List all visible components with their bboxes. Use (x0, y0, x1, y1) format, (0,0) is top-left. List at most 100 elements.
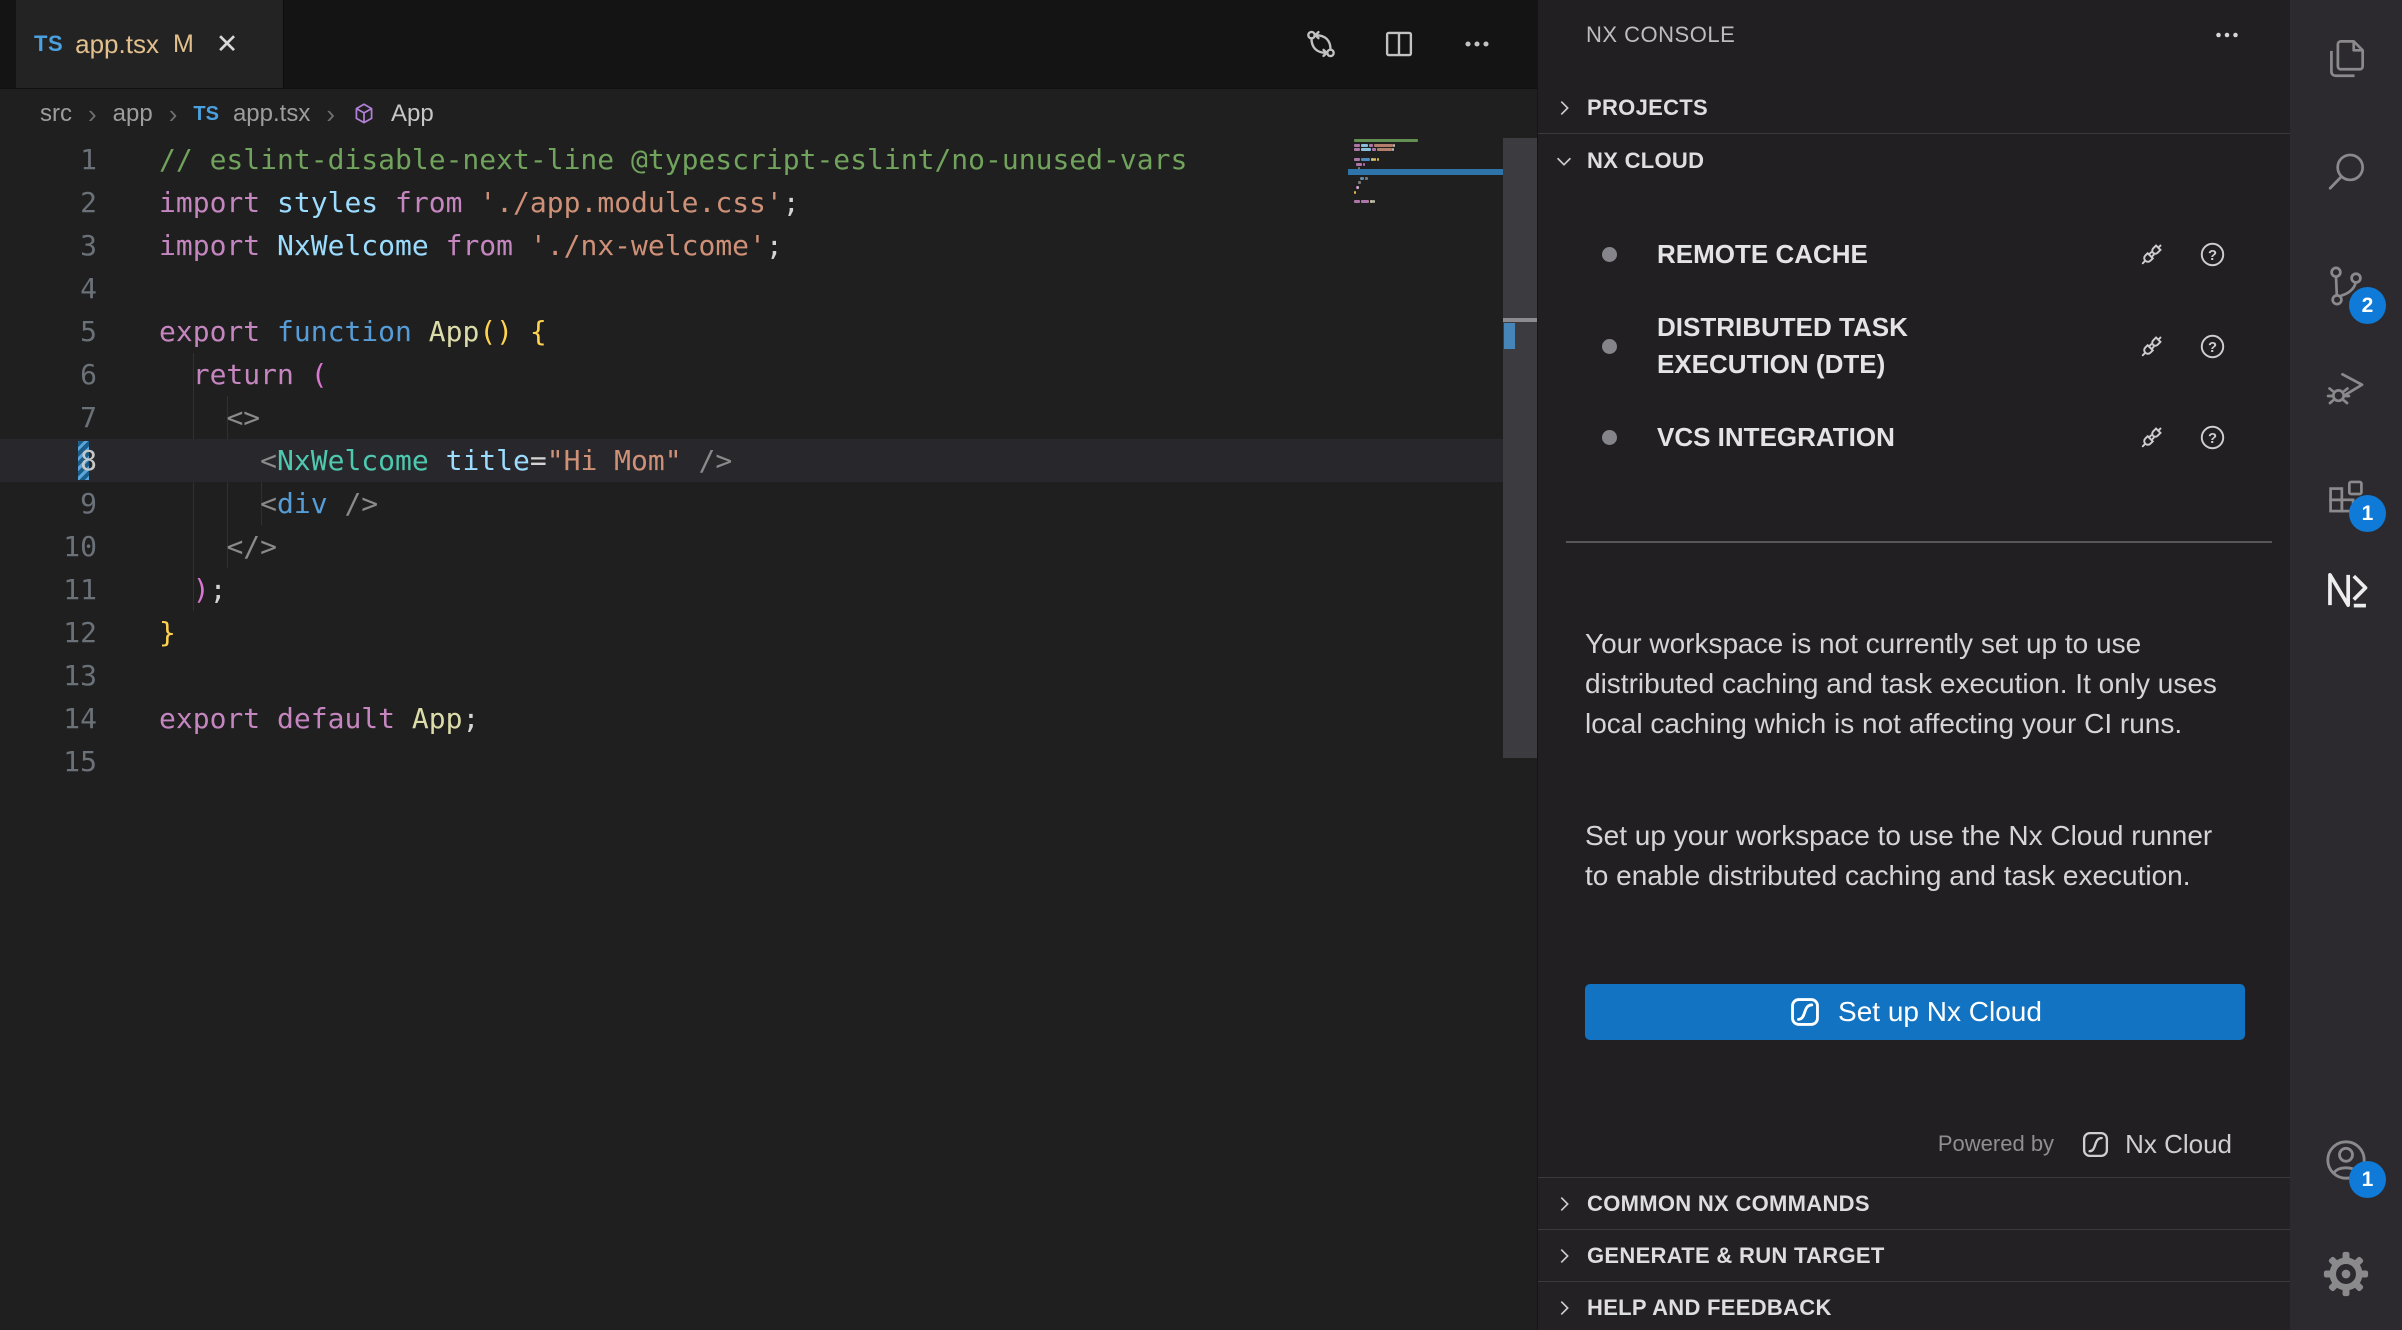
line-number: 15 (0, 740, 97, 783)
section-common-nx-commands[interactable]: COMMON NX COMMANDS (1538, 1177, 2290, 1229)
account-badge: 1 (2349, 1161, 2386, 1198)
section-label: NX CLOUD (1587, 148, 1704, 174)
code-line[interactable]: 12} (0, 611, 1537, 654)
code-line[interactable]: 8 <NxWelcome title="Hi Mom" /> (0, 439, 1537, 482)
typescript-icon: TS (193, 103, 219, 126)
editor-scrollbar[interactable] (1503, 0, 1537, 1330)
run-debug-icon[interactable] (2316, 356, 2376, 416)
line-number: 3 (0, 224, 97, 267)
section-help-and-feedback[interactable]: HELP AND FEEDBACK (1538, 1281, 2290, 1330)
editor-area: TS app.tsx M ✕ (0, 0, 1537, 1330)
line-number: 6 (0, 353, 97, 396)
breadcrumb-folder[interactable]: app (113, 100, 153, 128)
tab-filename: app.tsx (75, 29, 159, 60)
svg-text:?: ? (2208, 340, 2217, 356)
panel-header: NX CONSOLE (1538, 0, 2290, 70)
section-generate-run-target[interactable]: GENERATE & RUN TARGET (1538, 1229, 2290, 1281)
code-line[interactable]: 10 </> (0, 525, 1537, 568)
section-label: HELP AND FEEDBACK (1587, 1295, 1832, 1321)
cloud-item-label: VCS INTEGRATION (1657, 419, 1895, 456)
git-modified-badge: M (173, 30, 194, 59)
code-line[interactable]: 15 (0, 740, 1537, 783)
tab-app-tsx[interactable]: TS app.tsx M ✕ (16, 0, 284, 88)
more-actions-icon[interactable] (1457, 24, 1497, 64)
bullet-icon (1602, 247, 1617, 262)
code-text: <> (159, 396, 260, 439)
help-icon[interactable]: ? (2197, 239, 2228, 270)
cloud-item-vcs-integration[interactable]: VCS INTEGRATION (1538, 419, 2290, 456)
section-projects[interactable]: PROJECTS (1538, 84, 2290, 132)
setup-nx-cloud-button[interactable]: Set up Nx Cloud (1585, 984, 2245, 1040)
overview-modified-marker (1504, 323, 1515, 349)
minimap[interactable] (1348, 138, 1504, 222)
code-text: import NxWelcome from './nx-welcome'; (159, 224, 783, 267)
section-nx-cloud[interactable]: NX CLOUD (1538, 134, 2290, 188)
breadcrumb-folder[interactable]: src (40, 100, 72, 128)
line-number: 11 (0, 568, 97, 611)
line-number: 8 (0, 439, 97, 482)
nx-console-panel: NX CONSOLE PROJECTS NX CLOUD REMOTE C (1537, 0, 2290, 1330)
code-text: export default App; (159, 697, 479, 740)
split-editor-icon[interactable] (1379, 24, 1419, 64)
section-label: GENERATE & RUN TARGET (1587, 1243, 1885, 1269)
section-label: PROJECTS (1587, 95, 1708, 121)
code-line[interactable]: 11 ); (0, 568, 1537, 611)
code-text: ); (159, 568, 226, 611)
extensions-icon[interactable]: 1 (2316, 464, 2376, 524)
divider (1566, 541, 2272, 543)
nx-cloud-items: REMOTE CACHE (1538, 222, 2290, 456)
code-line[interactable]: 3 import NxWelcome from './nx-welcome'; (0, 224, 1537, 267)
setup-instruction-text: Set up your workspace to use the Nx Clou… (1585, 816, 2225, 896)
settings-gear-icon[interactable] (2316, 1244, 2376, 1304)
line-number: 12 (0, 611, 97, 654)
chevron-right-icon: › (86, 99, 99, 130)
code-text: <NxWelcome title="Hi Mom" /> (159, 439, 732, 482)
code-text: <div /> (159, 482, 378, 525)
cloud-item-label: REMOTE CACHE (1657, 236, 1868, 273)
cloud-item-remote-cache[interactable]: REMOTE CACHE (1538, 236, 2290, 273)
breadcrumb-symbol[interactable]: App (391, 100, 434, 128)
workspace-status-text: Your workspace is not currently set up t… (1585, 624, 2225, 744)
code-line[interactable]: 1 // eslint-disable-next-line @typescript… (0, 138, 1537, 181)
connect-icon[interactable] (2136, 331, 2167, 362)
source-control-badge: 2 (2349, 287, 2386, 324)
line-number: 9 (0, 482, 97, 525)
svg-text:?: ? (2208, 248, 2217, 264)
line-number: 1 (0, 138, 97, 181)
vscode-window: TS app.tsx M ✕ (0, 0, 2402, 1330)
help-icon[interactable]: ? (2197, 331, 2228, 362)
code-line[interactable]: 9 <div /> (0, 482, 1537, 525)
panel-title: NX CONSOLE (1586, 22, 1735, 48)
code-line[interactable]: 7 <> (0, 396, 1537, 439)
help-icon[interactable]: ? (2197, 422, 2228, 453)
code-line[interactable]: 14export default App; (0, 697, 1537, 740)
connect-icon[interactable] (2136, 239, 2167, 270)
typescript-icon: TS (34, 31, 63, 57)
code-line[interactable]: 4 (0, 267, 1537, 310)
code-text: return ( (159, 353, 328, 396)
nx-cloud-icon (1788, 995, 1822, 1029)
code-editor[interactable]: 1 // eslint-disable-next-line @typescript… (0, 138, 1537, 1330)
source-control-icon[interactable]: 2 (2316, 256, 2376, 316)
nx-console-icon[interactable] (2316, 560, 2376, 620)
code-line[interactable]: 13 (0, 654, 1537, 697)
chevron-right-icon: › (167, 99, 180, 130)
code-line[interactable]: 5export function App() { (0, 310, 1537, 353)
open-changes-icon[interactable] (1301, 24, 1341, 64)
breadcrumb-file[interactable]: app.tsx (233, 100, 310, 128)
connect-icon[interactable] (2136, 422, 2167, 453)
cloud-item-dte[interactable]: DISTRIBUTED TASK EXECUTION (DTE) (1538, 309, 2290, 383)
search-icon[interactable] (2316, 142, 2376, 202)
scrollbar-thumb[interactable] (1503, 138, 1537, 758)
line-number: 10 (0, 525, 97, 568)
more-actions-icon[interactable] (2210, 18, 2244, 52)
svg-text:?: ? (2208, 431, 2217, 447)
code-text: // eslint-disable-next-line @typescript-… (159, 138, 1187, 181)
code-line[interactable]: 6 return ( (0, 353, 1537, 396)
setup-button-label: Set up Nx Cloud (1838, 996, 2042, 1028)
explorer-icon[interactable] (2316, 28, 2376, 88)
account-icon[interactable]: 1 (2316, 1130, 2376, 1190)
code-line[interactable]: 2import styles from './app.module.css'; (0, 181, 1537, 224)
section-label: COMMON NX COMMANDS (1587, 1191, 1870, 1217)
close-icon[interactable]: ✕ (216, 31, 239, 58)
